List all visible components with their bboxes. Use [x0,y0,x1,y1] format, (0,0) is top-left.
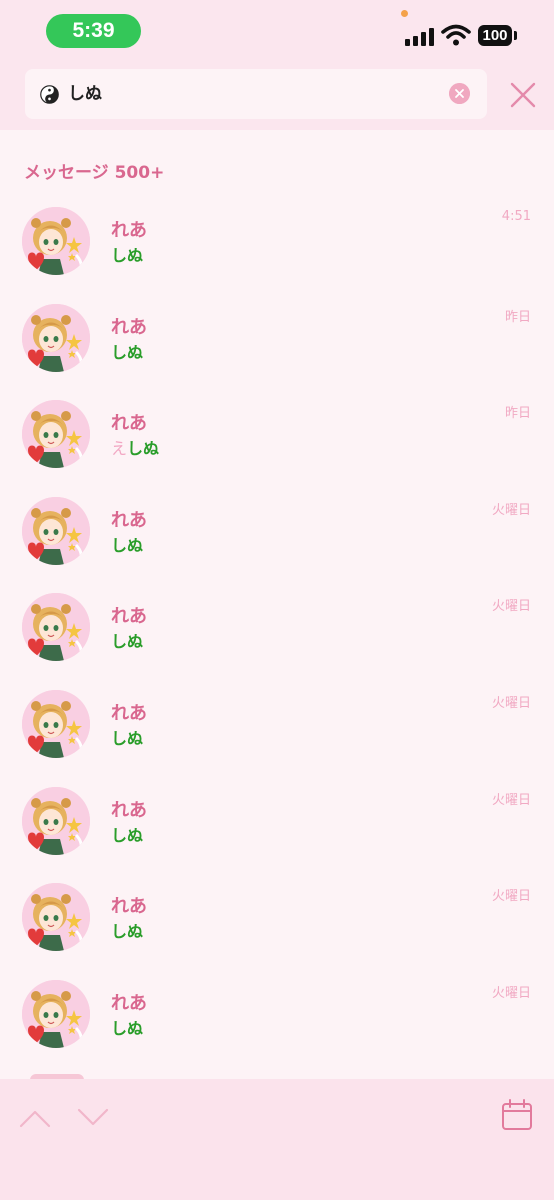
message-preview: しぬ [111,242,143,266]
message-sender-name: れあ [111,413,147,435]
message-row[interactable]: れあ しぬ 昨日 [0,303,554,400]
calendar-icon[interactable] [501,1099,533,1131]
cellular-signal-icon [405,26,435,46]
avatar-illustration [22,593,90,662]
privacy-indicator-dot [401,10,408,17]
battery-tip [514,31,517,40]
avatar[interactable] [22,690,90,758]
message-time: 4:51 [501,209,531,224]
message-sender-name: れあ [111,606,147,628]
message-time: 火曜日 [491,792,531,808]
message-match-text: しぬ [111,729,144,748]
avatar-illustration [22,786,90,855]
avatar-illustration [22,883,90,952]
message-sender-name: れあ [111,896,147,918]
message-match-text: しぬ [111,246,144,265]
message-row[interactable]: れあ しぬ 火曜日 [0,593,554,689]
message-preview-prefix: え [111,439,128,459]
message-match-text: しぬ [111,342,144,362]
message-preview: しぬ [111,1015,143,1039]
close-icon[interactable] [508,80,538,110]
message-time: 昨日 [504,309,531,325]
message-row[interactable]: れあ しぬ 火曜日 [0,690,554,786]
clear-circle-icon[interactable] [449,83,470,104]
message-time: 火曜日 [491,599,531,615]
avatar-illustration [22,979,90,1048]
message-row[interactable]: れあ えしぬ 昨日 [0,400,554,496]
message-match-text: しぬ [111,922,144,942]
message-match-text: しぬ [127,439,160,459]
message-preview: しぬ [111,532,143,556]
message-sender-name: れあ [111,799,147,821]
avatar[interactable] [22,979,90,1048]
avatar-illustration [22,400,90,469]
message-time: 火曜日 [491,502,531,518]
message-match-text: しぬ [111,535,144,555]
message-sender-name: れあ [111,509,147,531]
battery-level: 100 [478,25,512,46]
message-time: 火曜日 [491,696,531,711]
message-preview: しぬ [111,725,143,749]
status-time[interactable]: 5:39 [46,14,141,48]
message-sender-name: れあ [111,220,147,241]
avatar-illustration [22,207,90,275]
message-preview: しぬ [111,339,143,363]
message-time: 火曜日 [491,985,531,1001]
message-time: 昨日 [504,406,531,422]
avatar-illustration [22,690,90,758]
search-input[interactable]: しぬ [25,69,487,119]
avatar[interactable] [22,593,90,662]
avatar-illustration [22,496,90,565]
chevron-down-icon[interactable] [77,1108,109,1128]
message-row[interactable]: れあ しぬ 4:51 [0,207,554,303]
message-row[interactable]: れあ しぬ 火曜日 [0,883,554,979]
message-row[interactable]: れあ しぬ 火曜日 [0,786,554,883]
message-match-text: しぬ [111,825,144,845]
avatar[interactable] [22,400,90,469]
wifi-icon [441,24,471,46]
message-preview: しぬ [111,628,143,652]
avatar[interactable] [22,496,90,565]
avatar[interactable] [22,786,90,855]
search-query[interactable]: しぬ [68,69,102,119]
avatar-illustration [22,303,90,372]
message-match-text: しぬ [111,1018,144,1038]
message-row[interactable]: れあ しぬ 火曜日 [0,496,554,593]
chevron-up-icon[interactable] [19,1108,51,1128]
message-preview: しぬ [111,918,143,942]
bottom-toolbar [0,1079,554,1200]
message-preview: えしぬ [111,435,159,459]
message-preview: しぬ [111,822,143,846]
message-sender-name: れあ [111,992,147,1014]
message-time: 火曜日 [491,889,531,905]
avatar[interactable] [22,207,90,275]
message-row[interactable]: れあ しぬ 火曜日 [0,979,554,1076]
avatar[interactable] [22,303,90,372]
message-sender-name: れあ [111,703,147,724]
yin-yang-icon [40,85,59,104]
section-title: メッセージ 500+ [24,163,165,183]
avatar[interactable] [22,883,90,952]
search-header: しぬ [0,64,554,130]
message-sender-name: れあ [111,316,147,338]
status-bar: 5:39 100 [0,0,554,64]
message-match-text: しぬ [111,632,144,652]
